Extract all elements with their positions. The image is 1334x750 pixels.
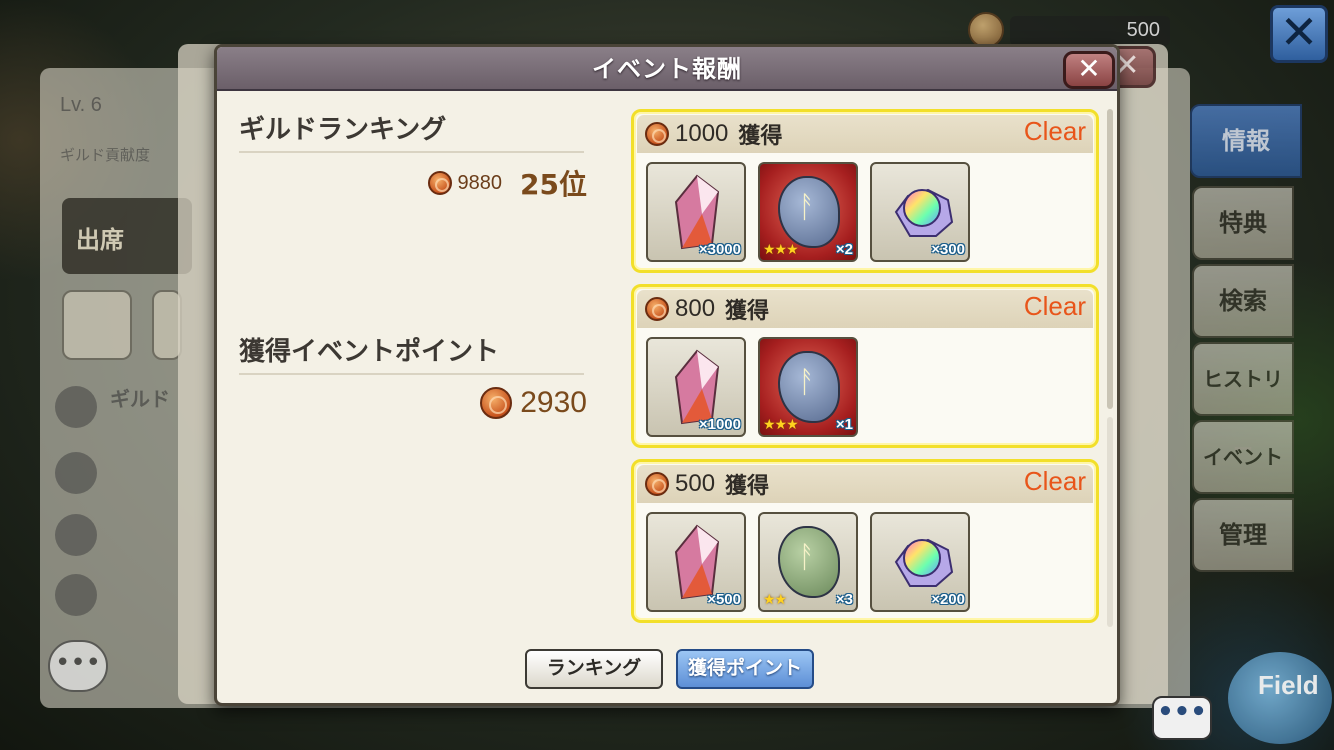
screen-close-button[interactable]: ✕ bbox=[1270, 5, 1328, 63]
reward-item[interactable]: ×1000 bbox=[646, 337, 746, 437]
item-stars: ★★★ bbox=[763, 417, 799, 433]
tab-search[interactable]: 検索 bbox=[1192, 264, 1294, 338]
tier-amount: 800 bbox=[675, 295, 716, 322]
event-point-coin-icon bbox=[645, 472, 669, 496]
guild-ranking-points: 9880 bbox=[457, 171, 503, 194]
reward-list-scroll-track bbox=[1107, 417, 1113, 627]
item-quantity: ×1000 bbox=[698, 416, 741, 433]
item-quantity: ×500 bbox=[707, 591, 741, 608]
tier-label: 獲得 bbox=[725, 299, 770, 324]
guild-emblem-icon[interactable] bbox=[62, 290, 132, 360]
crystal-icon bbox=[674, 524, 720, 600]
reward-item[interactable]: ×200 bbox=[870, 512, 970, 612]
tab-info[interactable]: 情報 bbox=[1190, 104, 1302, 178]
item-stars: ★★★ bbox=[763, 242, 799, 258]
tab-manage[interactable]: 管理 bbox=[1192, 498, 1294, 572]
reward-item[interactable]: ×300 bbox=[870, 162, 970, 262]
reward-list-scrollbar[interactable] bbox=[1107, 109, 1113, 409]
item-quantity: ×2 bbox=[835, 241, 853, 258]
guild-ranking-row: 9880 25位 bbox=[407, 163, 587, 203]
pot-icon bbox=[55, 574, 97, 616]
item-stars: ★★ bbox=[763, 592, 787, 608]
wolf-icon bbox=[55, 514, 97, 556]
item-quantity: ×3 bbox=[835, 591, 853, 608]
currency-coin-icon bbox=[968, 12, 1004, 48]
item-quantity: ×3000 bbox=[698, 241, 741, 258]
earned-points-label: 獲得イベントポイント bbox=[239, 337, 500, 367]
field-button[interactable]: Field bbox=[1228, 652, 1332, 744]
crystal-icon bbox=[674, 349, 720, 425]
guild-rank-icon bbox=[55, 386, 97, 428]
guild-ranking-position: 25位 bbox=[520, 168, 587, 201]
divider bbox=[239, 151, 584, 153]
item-quantity: ×300 bbox=[931, 241, 965, 258]
attend-button[interactable]: 出席 bbox=[62, 198, 192, 274]
earned-points-button[interactable]: 獲得ポイント bbox=[676, 649, 814, 689]
reward-tier-list[interactable]: 1000 獲得 Clear ×3000 ᚨ ★★★ ×2 ×300 800 獲得… bbox=[631, 109, 1101, 629]
reward-tier: 800 獲得 Clear ×1000 ᚨ ★★★ ×1 bbox=[631, 284, 1099, 448]
tier-clear-status: Clear bbox=[1023, 291, 1086, 321]
ranking-button[interactable]: ランキング bbox=[525, 649, 663, 689]
guild-section-label: ギルド bbox=[110, 387, 170, 411]
event-point-coin-icon bbox=[645, 297, 669, 321]
earned-points-value: 2930 bbox=[520, 386, 587, 419]
crystal-icon bbox=[674, 174, 720, 250]
currency-counter: 500 bbox=[1010, 16, 1170, 46]
green-rune-stone-icon: ᚨ bbox=[778, 526, 840, 598]
tier-clear-status: Clear bbox=[1023, 466, 1086, 496]
reward-item[interactable]: ᚨ ★★ ×3 bbox=[758, 512, 858, 612]
guild-contribution-label: ギルド貢献度 bbox=[60, 146, 151, 164]
modal-close-button[interactable]: ✕ bbox=[1063, 51, 1115, 89]
tier-label: 獲得 bbox=[725, 474, 770, 499]
event-reward-modal: イベント報酬 ✕ ギルドランキング 9880 25位 獲得イベントポイント 29… bbox=[214, 44, 1120, 706]
rainbow-orb-icon bbox=[894, 188, 954, 237]
swords-icon bbox=[55, 452, 97, 494]
tier-amount: 500 bbox=[675, 470, 716, 497]
event-point-coin-icon bbox=[427, 171, 452, 195]
guild-ranking-label: ギルドランキング bbox=[239, 115, 447, 145]
tab-history[interactable]: ヒストリー bbox=[1192, 342, 1294, 461]
rainbow-orb-icon bbox=[894, 538, 954, 587]
divider bbox=[239, 373, 584, 375]
player-level: Lv. 6 bbox=[60, 94, 102, 116]
tier-amount: 1000 bbox=[675, 120, 729, 147]
event-point-coin-icon bbox=[645, 122, 669, 146]
reward-item[interactable]: ×500 bbox=[646, 512, 746, 612]
attend-button-label: 出席 bbox=[76, 226, 124, 254]
item-quantity: ×1 bbox=[835, 416, 853, 433]
reward-item[interactable]: ×3000 bbox=[646, 162, 746, 262]
reward-tier: 1000 獲得 Clear ×3000 ᚨ ★★★ ×2 ×300 bbox=[631, 109, 1099, 273]
reward-item[interactable]: ᚨ ★★★ ×1 bbox=[758, 337, 858, 437]
item-quantity: ×200 bbox=[931, 591, 965, 608]
blue-rune-stone-icon: ᚨ bbox=[778, 176, 840, 248]
modal-title: イベント報酬 bbox=[592, 55, 742, 83]
tab-event[interactable]: イベント bbox=[1192, 420, 1294, 494]
earned-points-row: 2930 bbox=[417, 383, 587, 423]
field-button-label: Field bbox=[1258, 670, 1319, 700]
event-point-coin-icon bbox=[480, 387, 513, 419]
tab-perks[interactable]: 特典 bbox=[1192, 186, 1294, 260]
chat-button[interactable]: ••• bbox=[48, 640, 108, 692]
reward-tier: 500 獲得 Clear ×500 ᚨ ★★ ×3 ×200 bbox=[631, 459, 1099, 623]
tier-clear-status: Clear bbox=[1023, 116, 1086, 146]
blue-rune-stone-icon: ᚨ bbox=[778, 351, 840, 423]
tier-label: 獲得 bbox=[738, 124, 783, 149]
chat-bubble-button[interactable]: ••• bbox=[1152, 696, 1212, 740]
reward-item[interactable]: ᚨ ★★★ ×2 bbox=[758, 162, 858, 262]
